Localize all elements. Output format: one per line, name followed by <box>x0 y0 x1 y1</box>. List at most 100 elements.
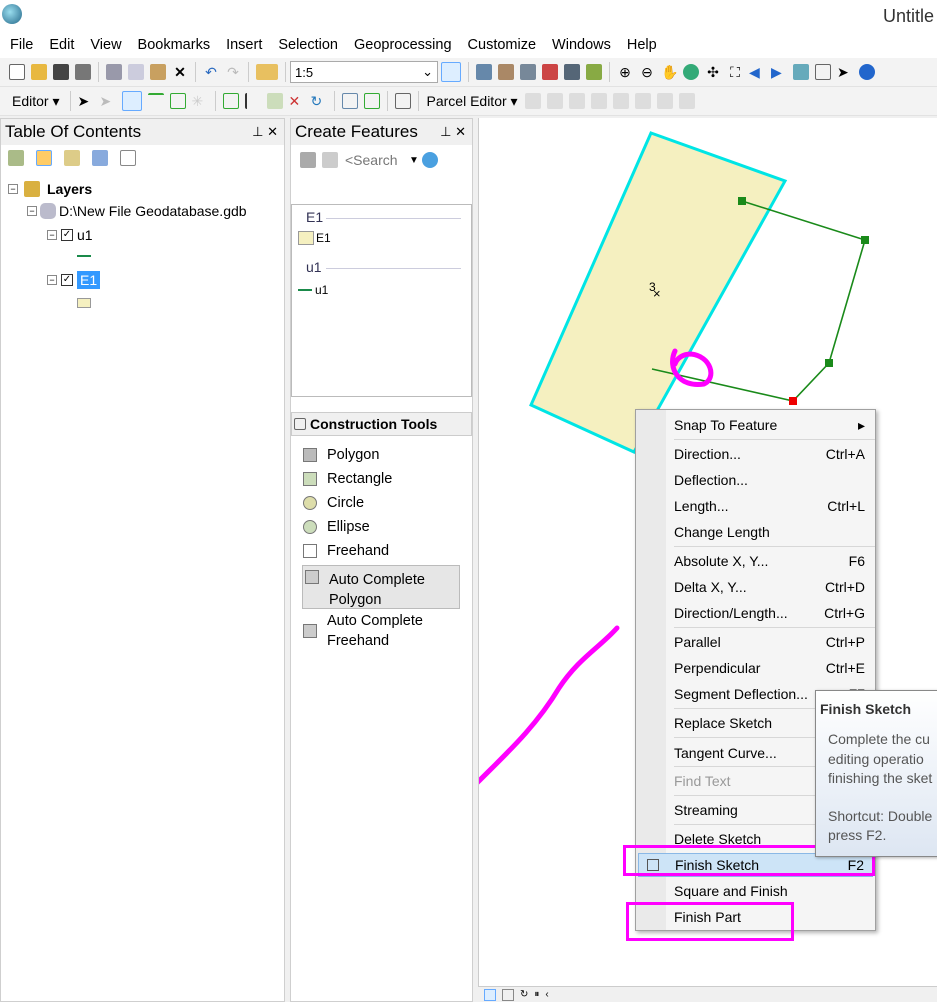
layer-checkbox[interactable]: ✓ <box>61 274 73 286</box>
menu-geoprocessing[interactable]: Geoprocessing <box>354 37 452 53</box>
add-data-icon[interactable] <box>256 64 278 80</box>
chevron-down-icon[interactable]: ▼ <box>409 155 419 166</box>
parcel-tool-icon[interactable] <box>656 93 673 109</box>
edit-annotation-icon[interactable]: ➤ <box>100 93 116 109</box>
straight-segment-icon[interactable] <box>121 91 142 111</box>
back-icon[interactable]: ◀ <box>749 64 765 80</box>
menu-windows[interactable]: Windows <box>552 37 611 53</box>
redo-icon[interactable]: ↷ <box>225 64 241 80</box>
collapse-toggle[interactable]: − <box>8 184 18 194</box>
parcel-tool-icon[interactable] <box>612 93 629 109</box>
refresh-icon[interactable]: ↻ <box>520 989 528 1000</box>
menu-bookmarks[interactable]: Bookmarks <box>138 37 211 53</box>
catalog-icon[interactable] <box>498 64 514 80</box>
list-by-source-icon[interactable] <box>36 150 52 166</box>
search-icon[interactable] <box>421 152 438 168</box>
menu-item-length[interactable]: Length... Ctrl+L <box>674 494 865 518</box>
attributes-icon[interactable] <box>341 93 358 109</box>
pan-icon[interactable]: ✋ <box>661 64 678 80</box>
parcel-tool-icon[interactable] <box>634 93 651 109</box>
edit-tool-icon[interactable]: ➤ <box>78 93 94 109</box>
python-icon[interactable] <box>564 64 580 80</box>
options-icon[interactable] <box>120 150 136 166</box>
menu-edit[interactable]: Edit <box>49 37 74 53</box>
layer-u1[interactable]: u1 <box>77 227 93 243</box>
tool-polygon[interactable]: Polygon <box>303 447 379 463</box>
new-icon[interactable] <box>9 64 25 80</box>
save-icon[interactable] <box>53 64 69 80</box>
rotate-icon[interactable]: ↻ <box>311 93 327 109</box>
sketch-vertex[interactable] <box>825 359 833 367</box>
tool-ellipse[interactable]: Ellipse <box>303 519 370 535</box>
parcel-tool-icon[interactable] <box>678 93 695 109</box>
table-icon[interactable] <box>476 64 492 80</box>
menu-item-absolute-x-y[interactable]: Absolute X, Y... F6 <box>674 549 865 573</box>
trace-icon[interactable] <box>169 93 186 109</box>
menu-customize[interactable]: Customize <box>468 37 537 53</box>
menu-item-snap-to-feature[interactable]: Snap To Feature ▸ <box>674 413 865 437</box>
sketch-vertex[interactable] <box>861 236 869 244</box>
layer-checkbox[interactable]: ✓ <box>61 229 73 241</box>
tool-freehand[interactable]: Freehand <box>303 543 389 559</box>
collapse-toggle[interactable]: − <box>27 206 37 216</box>
menu-view[interactable]: View <box>90 37 121 53</box>
menu-item-direction-length[interactable]: Direction/Length... Ctrl+G <box>674 601 865 625</box>
sketch-vertex[interactable] <box>738 197 746 205</box>
fixed-zoom-out-icon[interactable]: ⛶ <box>727 64 743 80</box>
cut-polygons-icon[interactable] <box>266 93 283 109</box>
open-icon[interactable] <box>31 64 47 80</box>
data-view-icon[interactable] <box>484 988 496 1001</box>
layer-e1[interactable]: E1 <box>77 271 101 289</box>
full-extent-icon[interactable] <box>683 64 699 80</box>
sketch-properties-icon[interactable] <box>363 93 380 109</box>
paste-icon[interactable] <box>150 64 166 80</box>
sketch-vertex-current[interactable] <box>789 397 797 405</box>
menu-item-square-and-finish[interactable]: Square and Finish <box>674 879 865 903</box>
arctoolbox-icon[interactable] <box>542 64 558 80</box>
tool-rectangle[interactable]: Rectangle <box>303 471 392 487</box>
tool-auto-complete-polygon[interactable]: Auto Complete Polygon <box>302 565 460 609</box>
point-icon[interactable]: ✳ <box>192 93 208 109</box>
zoom-in-icon[interactable]: ⊕ <box>617 64 633 80</box>
tool-circle[interactable]: Circle <box>303 495 364 511</box>
cut-icon[interactable] <box>106 64 122 80</box>
layout-view-icon[interactable] <box>502 988 514 1001</box>
end-point-arc-icon[interactable] <box>147 93 164 109</box>
template-item-e1[interactable]: E1 <box>298 231 331 245</box>
menu-insert[interactable]: Insert <box>226 37 262 53</box>
copy-icon[interactable] <box>128 64 144 80</box>
collapse-toggle[interactable]: − <box>47 230 57 240</box>
list-by-visibility-icon[interactable] <box>64 150 80 166</box>
editor-menu[interactable]: Editor ▾ <box>6 93 66 110</box>
menu-item-deflection[interactable]: Deflection... <box>674 468 865 492</box>
scroll-left-icon[interactable]: ‹ <box>545 989 548 1000</box>
template-item-u1[interactable]: u1 <box>298 283 328 297</box>
delete-icon[interactable]: ✕ <box>172 64 188 80</box>
menu-item-perpendicular[interactable]: Perpendicular Ctrl+E <box>674 656 865 680</box>
split-icon[interactable]: ✕ <box>289 93 305 109</box>
list-by-selection-icon[interactable] <box>92 150 108 166</box>
menu-item-parallel[interactable]: Parallel Ctrl+P <box>674 630 865 654</box>
parcel-tool-icon[interactable] <box>590 93 607 109</box>
select-features-icon[interactable] <box>793 64 809 80</box>
parcel-tool-icon[interactable] <box>546 93 563 109</box>
create-features-icon[interactable] <box>394 93 411 109</box>
organize-templates-icon[interactable] <box>300 152 316 168</box>
pin-close-icon[interactable]: ⊥ ✕ <box>252 124 278 140</box>
scale-dropdown[interactable]: 1:5 ⌄ <box>290 61 438 83</box>
reshape-icon[interactable] <box>244 93 261 109</box>
editor-toolbar-icon[interactable] <box>441 62 461 82</box>
menu-file[interactable]: File <box>10 37 33 53</box>
fixed-zoom-in-icon[interactable]: ✣ <box>705 64 721 80</box>
collapse-toggle[interactable]: − <box>47 275 57 285</box>
print-icon[interactable] <box>75 64 91 80</box>
menu-item-change-length[interactable]: Change Length <box>674 520 865 544</box>
tool-auto-complete-freehand[interactable]: Auto Complete Freehand <box>303 611 447 651</box>
forward-icon[interactable]: ▶ <box>771 64 787 80</box>
list-by-drawing-order-icon[interactable] <box>8 150 24 166</box>
clear-selection-icon[interactable] <box>815 64 831 80</box>
menu-help[interactable]: Help <box>627 37 657 53</box>
menu-item-direction[interactable]: Direction... Ctrl+A <box>674 442 865 466</box>
pause-icon[interactable]: ⏸ <box>534 989 539 1000</box>
geodatabase-item[interactable]: D:\New File Geodatabase.gdb <box>59 203 247 219</box>
